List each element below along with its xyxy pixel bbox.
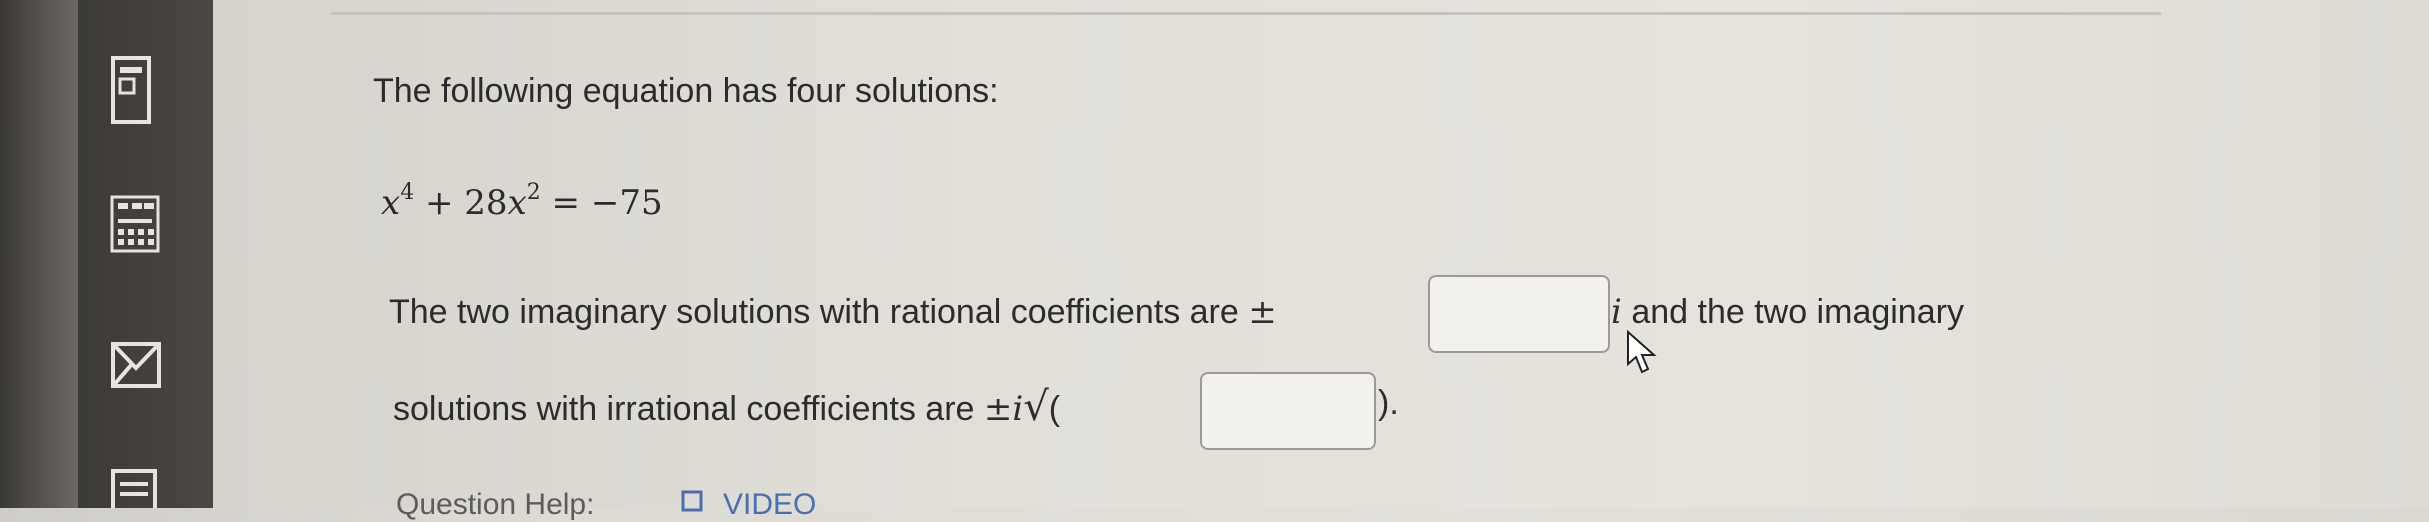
equation-var2: x xyxy=(507,183,527,223)
answer-input-rational[interactable] xyxy=(1428,275,1610,353)
mail-icon[interactable] xyxy=(110,340,162,390)
answer-line-1-after: and the two imaginary xyxy=(1621,293,1964,331)
answer-line-2-text: solutions with irrational coefficients a… xyxy=(393,390,984,428)
equation-var: x xyxy=(381,183,401,223)
video-icon[interactable] xyxy=(681,490,711,512)
answer-input-irrational[interactable] xyxy=(1200,372,1376,450)
equation: x4 + 28x2 = −75 xyxy=(381,180,663,223)
close-paren: ). xyxy=(1378,384,1399,422)
left-toolbar xyxy=(78,0,213,508)
equation-rhs: = −75 xyxy=(540,183,663,223)
question-panel: The following equation has four solution… xyxy=(213,0,2429,521)
question-prompt: The following equation has four solution… xyxy=(373,72,999,110)
video-link[interactable]: VIDEO xyxy=(723,488,816,522)
calculator-icon[interactable] xyxy=(110,195,160,253)
answer-line-1-text: The two imaginary solutions with rationa… xyxy=(389,293,1249,331)
open-paren: ( xyxy=(1048,390,1061,428)
question-help-label: Question Help: xyxy=(396,488,595,521)
divider xyxy=(331,12,2161,15)
plus-minus-i: ±i xyxy=(983,389,1024,429)
page-icon[interactable] xyxy=(110,55,152,125)
equation-exp2: 2 xyxy=(526,180,541,205)
answer-line-1-tail: i and the two imaginary xyxy=(1611,292,1964,332)
mouse-cursor-icon xyxy=(1627,330,1657,374)
list-icon[interactable] xyxy=(110,468,158,508)
equation-exp4: 4 xyxy=(400,180,415,205)
sqrt-symbol: √ xyxy=(1023,384,1049,430)
monitor-bezel xyxy=(0,0,78,508)
equation-term: + 28 xyxy=(414,183,508,223)
answer-line-1: The two imaginary solutions with rationa… xyxy=(389,292,1277,332)
answer-line-2: solutions with irrational coefficients a… xyxy=(393,384,1060,430)
plus-minus: ± xyxy=(1248,292,1277,332)
imaginary-unit: i xyxy=(1611,292,1622,332)
